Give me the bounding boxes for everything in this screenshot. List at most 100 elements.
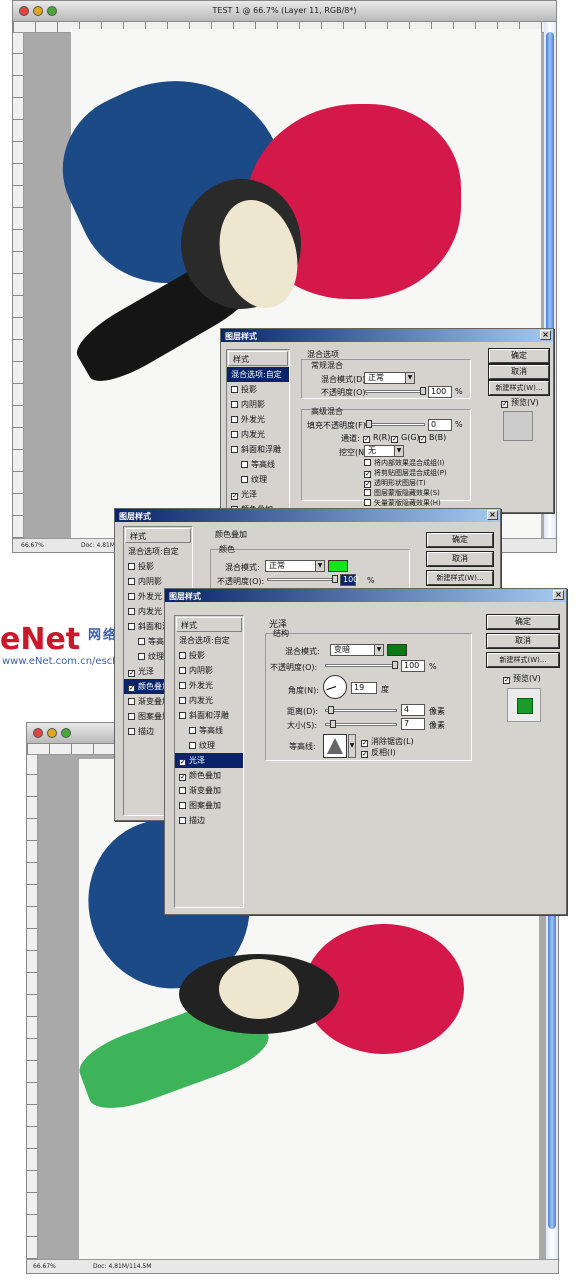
style-list-item[interactable]: 纹理 [227, 472, 289, 487]
checkbox[interactable] [241, 461, 248, 468]
checkbox[interactable] [128, 608, 135, 615]
checkbox[interactable]: ✓ [128, 685, 135, 692]
knockout-select[interactable]: 无 ▼ [364, 445, 404, 457]
ok-button[interactable]: 确定 [486, 614, 560, 630]
minimize-window-icon[interactable] [47, 728, 57, 738]
channel-r[interactable]: ✓ R(R) [363, 433, 390, 443]
checkbox[interactable] [128, 563, 135, 570]
checkbox[interactable] [128, 713, 135, 720]
ok-button[interactable]: 确定 [426, 532, 494, 548]
cancel-button[interactable]: 取消 [486, 633, 560, 649]
style-list-item[interactable]: 投影 [175, 648, 243, 663]
style-list-item[interactable]: 外发光 [175, 678, 243, 693]
slider-knob[interactable] [330, 720, 336, 728]
invert-checkbox[interactable]: ✓ 反相(I) [361, 747, 396, 758]
preview-checkbox[interactable]: ✓ 预览(V) [503, 673, 541, 684]
blend-option-checkbox[interactable]: 图层蒙版隐藏效果(S) [364, 488, 440, 498]
checkbox[interactable]: ✓ [179, 759, 186, 766]
checkbox[interactable] [364, 499, 371, 506]
checkbox[interactable] [364, 489, 371, 496]
slider-knob[interactable] [420, 387, 426, 395]
new-style-button[interactable]: 新建样式(W)... [488, 380, 550, 396]
blend-option-checkbox[interactable]: ✓ 将剪贴图层混合成组(P) [364, 468, 447, 478]
distance-slider[interactable] [325, 706, 397, 714]
style-list-item[interactable]: 内发光 [175, 693, 243, 708]
new-style-button[interactable]: 新建样式(W)... [426, 570, 494, 586]
slider-knob[interactable] [366, 420, 372, 428]
channel-g[interactable]: ✓ G(G) [391, 433, 420, 443]
close-window-icon[interactable] [33, 728, 43, 738]
checkbox[interactable] [231, 431, 238, 438]
style-list-item[interactable]: 等高线 [227, 457, 289, 472]
slider-knob[interactable] [392, 661, 398, 669]
checkbox[interactable]: ✓ [179, 774, 186, 781]
checkbox[interactable] [179, 667, 186, 674]
checkbox[interactable] [179, 817, 186, 824]
checkbox[interactable] [179, 712, 186, 719]
cancel-button[interactable]: 取消 [426, 551, 494, 567]
blend-mode-select[interactable]: 变暗 ▼ [330, 644, 384, 656]
checkbox[interactable] [241, 476, 248, 483]
zoom-level[interactable]: 66.67% [21, 542, 44, 549]
style-list-item[interactable]: 混合选项:自定 [124, 544, 192, 559]
checkbox[interactable] [128, 578, 135, 585]
opacity-slider[interactable] [365, 387, 426, 395]
close-icon[interactable]: × [553, 590, 564, 600]
opacity-input[interactable]: 100 [340, 574, 358, 586]
preview-checkbox[interactable]: ✓ 预览(V) [501, 397, 539, 408]
opacity-input[interactable]: 100 [401, 660, 425, 672]
zoom-level[interactable]: 66.67% [33, 1263, 56, 1270]
title-bar[interactable]: TEST 1 @ 66.7% (Layer 11, RGB/8*) [13, 1, 556, 22]
checkbox[interactable]: ✓ [128, 670, 135, 677]
style-list-item[interactable]: 等高线 [175, 723, 243, 738]
blend-option-checkbox[interactable]: 将内部效果混合成组(I) [364, 458, 445, 468]
checkbox[interactable] [138, 653, 145, 660]
style-list-item[interactable]: 纹理 [175, 738, 243, 753]
blend-option-checkbox[interactable]: 矢量蒙版隐藏效果(H) [364, 498, 441, 508]
style-list-item[interactable]: 渐变叠加 [175, 783, 243, 798]
style-list-item[interactable]: 投影 [124, 559, 192, 574]
checkbox[interactable] [189, 742, 196, 749]
checkbox[interactable] [179, 697, 186, 704]
checkbox[interactable] [128, 728, 135, 735]
close-icon[interactable]: × [487, 510, 498, 520]
blend-option-checkbox[interactable]: ✓ 透明形状图层(T) [364, 478, 426, 488]
slider-knob[interactable] [328, 706, 334, 714]
blend-mode-select[interactable]: 正常 ▼ [364, 372, 415, 384]
checkbox[interactable] [231, 416, 238, 423]
checkbox[interactable] [231, 446, 238, 453]
checkbox[interactable]: ✓ [364, 471, 371, 478]
checkbox[interactable] [128, 593, 135, 600]
checkbox[interactable] [128, 698, 135, 705]
style-list-item[interactable]: 斜面和浮雕 [175, 708, 243, 723]
style-list-item[interactable]: 内发光 [227, 427, 289, 442]
angle-dial-icon[interactable] [323, 675, 347, 699]
new-style-button[interactable]: 新建样式(W)... [486, 652, 560, 668]
style-list-item[interactable]: ✓ 光泽 [227, 487, 289, 502]
checkbox[interactable]: ✓ [231, 493, 238, 500]
satin-color-swatch[interactable] [387, 644, 407, 656]
checkbox[interactable] [179, 682, 186, 689]
channel-b[interactable]: ✓ B(B) [419, 433, 446, 443]
close-icon[interactable]: × [540, 330, 551, 340]
chevron-down-icon[interactable]: ▼ [348, 734, 356, 758]
checkbox[interactable] [138, 638, 145, 645]
antialias-checkbox[interactable]: ✓ 消除锯齿(L) [361, 736, 414, 747]
style-list-item[interactable]: 内阴影 [124, 574, 192, 589]
overlay-color-swatch[interactable] [328, 560, 348, 572]
style-list-item[interactable]: 内阴影 [227, 397, 289, 412]
opacity-slider[interactable] [325, 661, 398, 669]
style-list-item[interactable]: ✓ 光泽 [175, 753, 243, 768]
checkbox[interactable] [231, 386, 238, 393]
opacity-input[interactable]: 100 [428, 386, 452, 398]
style-list-item[interactable]: 混合选项:自定 [227, 367, 289, 382]
style-list-item[interactable]: ✓ 颜色叠加 [175, 768, 243, 783]
angle-input[interactable]: 19 [351, 682, 377, 694]
checkbox[interactable] [179, 802, 186, 809]
checkbox[interactable] [189, 727, 196, 734]
size-input[interactable]: 7 [401, 718, 425, 730]
cancel-button[interactable]: 取消 [488, 364, 550, 380]
zoom-window-icon[interactable] [61, 728, 71, 738]
blend-mode-select[interactable]: 正常 ▼ [265, 560, 325, 572]
style-list-item[interactable]: 混合选项:自定 [175, 633, 243, 648]
